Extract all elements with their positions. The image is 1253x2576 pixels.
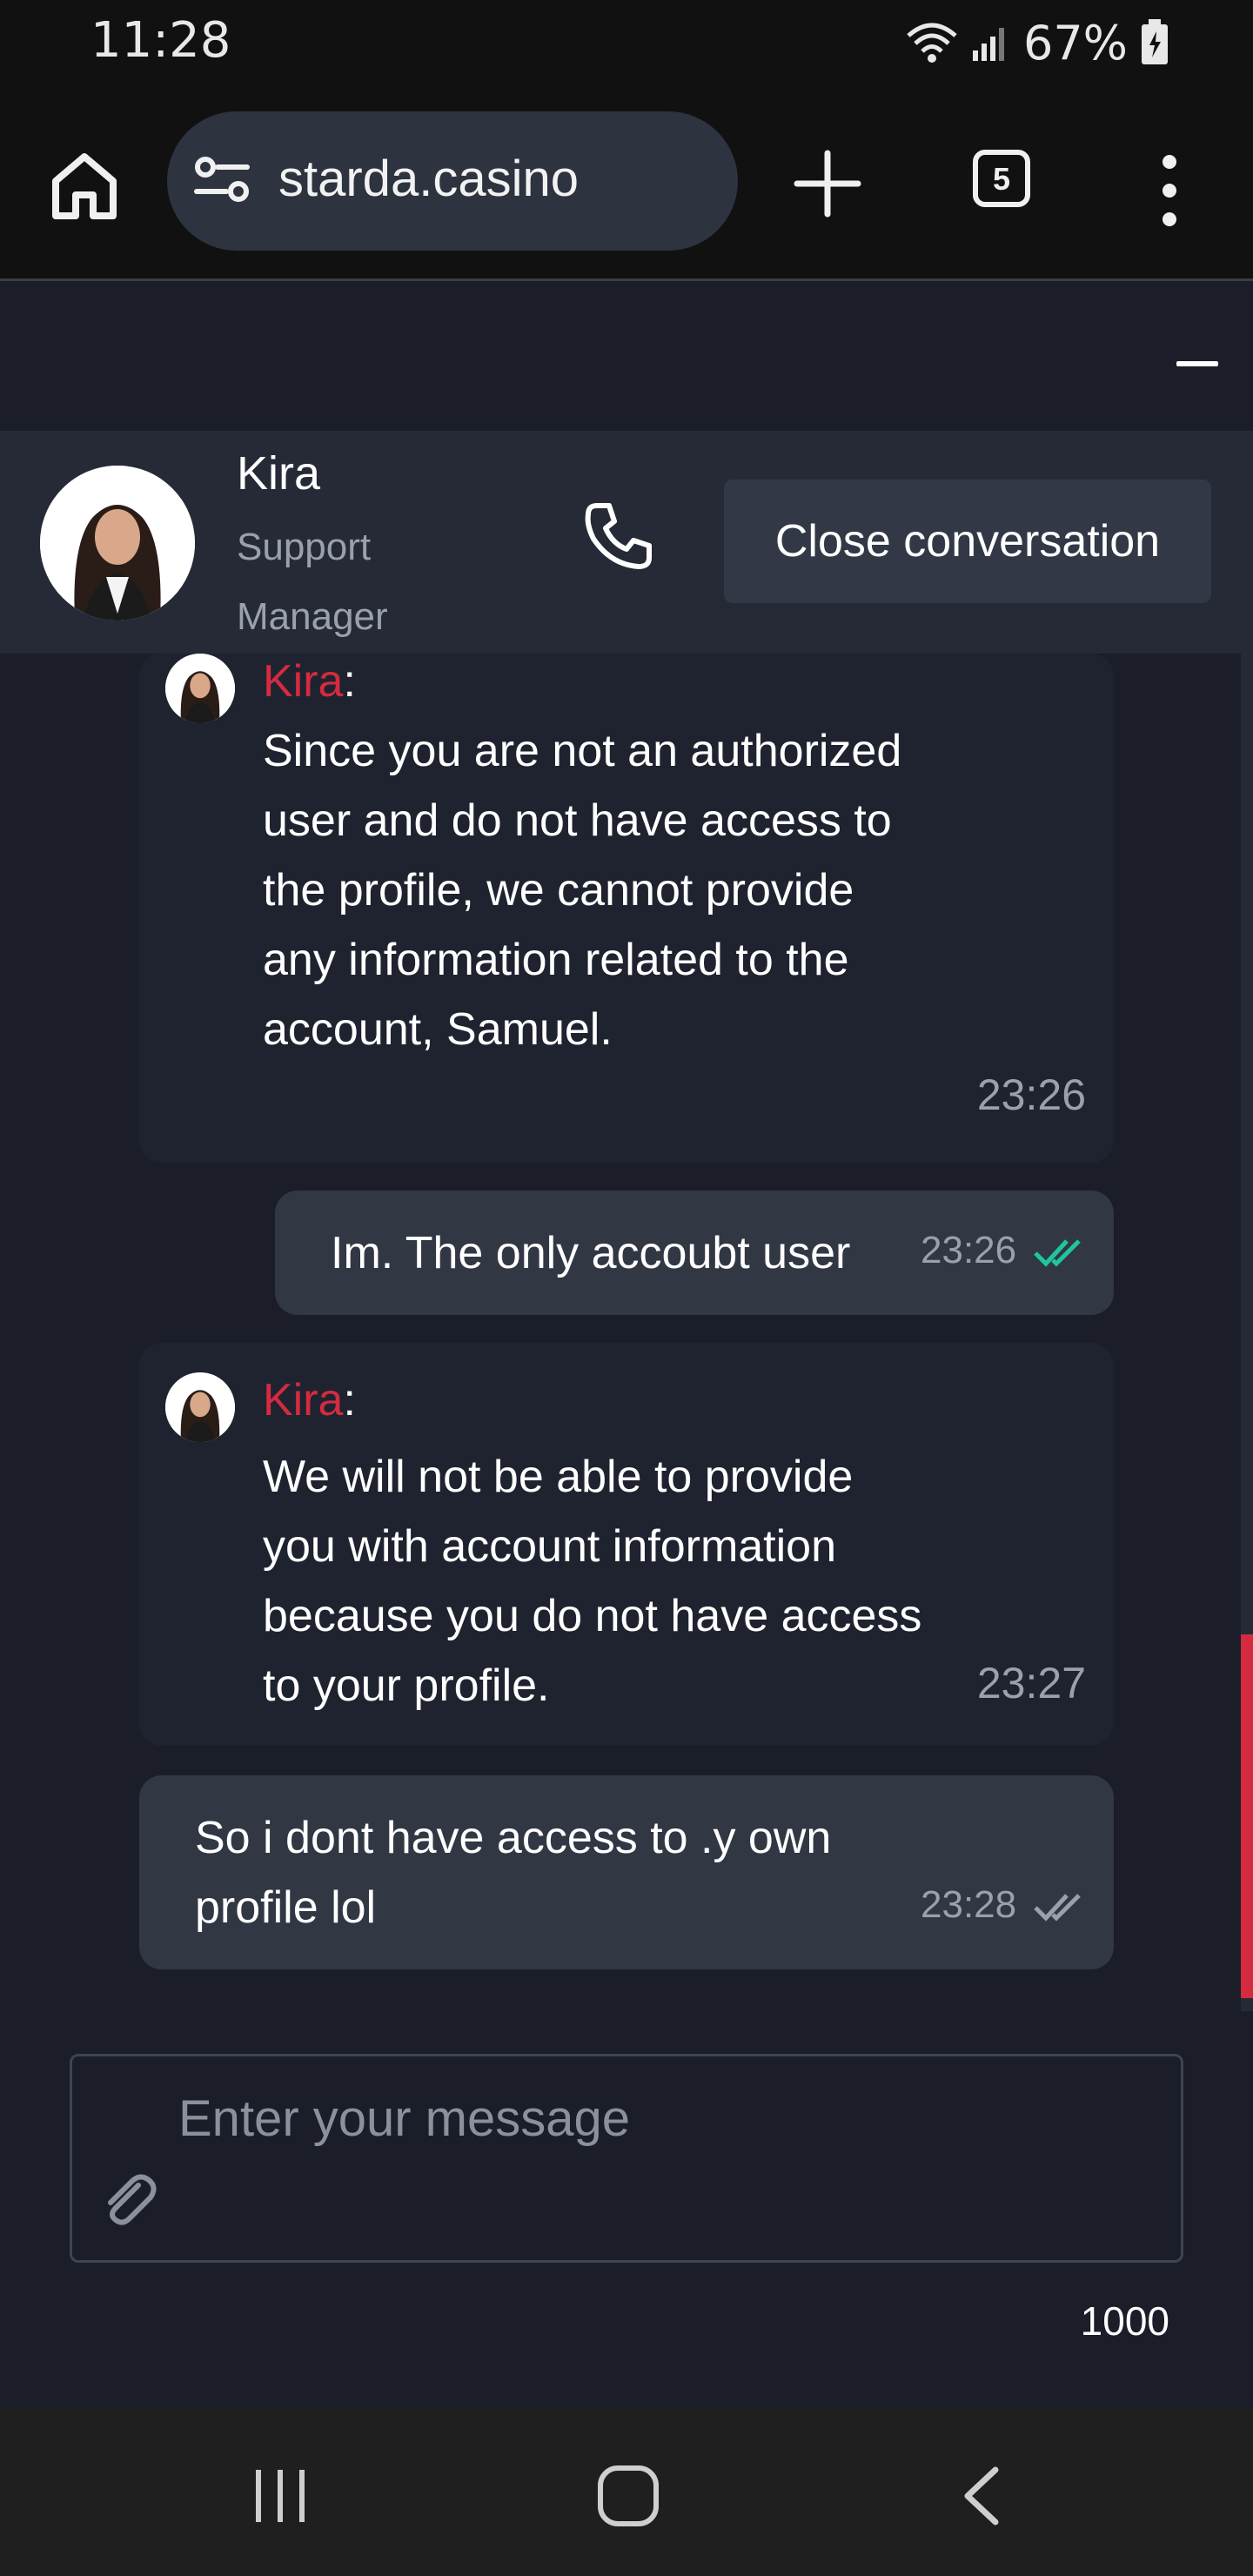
chat-header: Kira Support Manager Close conversation xyxy=(0,431,1253,654)
message-text: Since you are not an authorized user and… xyxy=(263,726,902,1055)
home-icon[interactable] xyxy=(45,146,124,225)
message-text: We will not be able to provide you with … xyxy=(263,1452,922,1711)
message-time: 23:28 xyxy=(921,1883,1017,1926)
agent-role: Support Manager xyxy=(237,526,388,638)
browser-toolbar: starda.casino 5 xyxy=(0,84,1253,281)
battery-icon xyxy=(1142,19,1168,64)
status-bar: 11:28 67% xyxy=(0,0,1253,84)
system-nav-bar xyxy=(0,2409,1253,2576)
signal-icon xyxy=(972,28,1004,61)
back-icon[interactable] xyxy=(957,2465,1004,2527)
delivered-ticks-icon xyxy=(1034,1894,1081,1922)
message-time: 23:27 xyxy=(976,1659,1086,1707)
attachment-icon[interactable] xyxy=(98,2170,159,2231)
tab-switcher-button[interactable]: 5 xyxy=(973,150,1030,207)
battery-percent: 67% xyxy=(1022,15,1128,70)
address-bar[interactable]: starda.casino xyxy=(167,111,738,251)
user-message: So i dont have access to .y own profile … xyxy=(139,1775,1114,1969)
more-menu-icon[interactable] xyxy=(1152,151,1187,230)
message-sender: Kira: xyxy=(263,1375,356,1426)
char-counter: 1000 xyxy=(1080,2298,1169,2344)
status-time: 11:28 xyxy=(90,12,231,69)
phone-icon[interactable] xyxy=(581,499,656,574)
message-sender: Kira: xyxy=(263,656,356,707)
message-text: So i dont have access to .y own profile … xyxy=(195,1813,832,1933)
agent-avatar-small xyxy=(165,654,235,723)
agent-message: Kira: Since you are not an authorized us… xyxy=(139,654,1114,1163)
agent-name: Kira xyxy=(237,447,321,500)
minimize-button[interactable] xyxy=(1176,361,1218,366)
message-composer xyxy=(70,2054,1183,2263)
message-text: Im. The only accoubt user xyxy=(331,1228,851,1278)
agent-portrait-icon xyxy=(165,1372,235,1442)
home-nav-icon[interactable] xyxy=(597,2465,660,2527)
recents-icon[interactable] xyxy=(252,2468,308,2524)
agent-message: Kira: We will not be able to provide you… xyxy=(139,1343,1114,1746)
agent-avatar-small xyxy=(165,1372,235,1442)
new-tab-icon[interactable] xyxy=(792,148,863,219)
chat-scrollbar-thumb[interactable] xyxy=(1241,1634,1253,1998)
agent-portrait-icon xyxy=(40,466,195,621)
close-conversation-button[interactable]: Close conversation xyxy=(724,480,1211,603)
user-message: Im. The only accoubt user 23:26 xyxy=(275,1191,1114,1315)
agent-portrait-icon xyxy=(165,654,235,723)
wifi-icon xyxy=(907,23,957,63)
status-icons: 67% xyxy=(905,12,1169,73)
message-input[interactable] xyxy=(177,2083,1137,2154)
url-text[interactable]: starda.casino xyxy=(278,150,579,208)
read-ticks-icon xyxy=(1034,1239,1081,1267)
site-settings-icon[interactable] xyxy=(193,153,251,205)
message-time: 23:26 xyxy=(976,1070,1086,1119)
message-time: 23:26 xyxy=(921,1229,1017,1271)
chat-widget-topbar xyxy=(0,281,1253,431)
agent-avatar xyxy=(40,466,195,621)
